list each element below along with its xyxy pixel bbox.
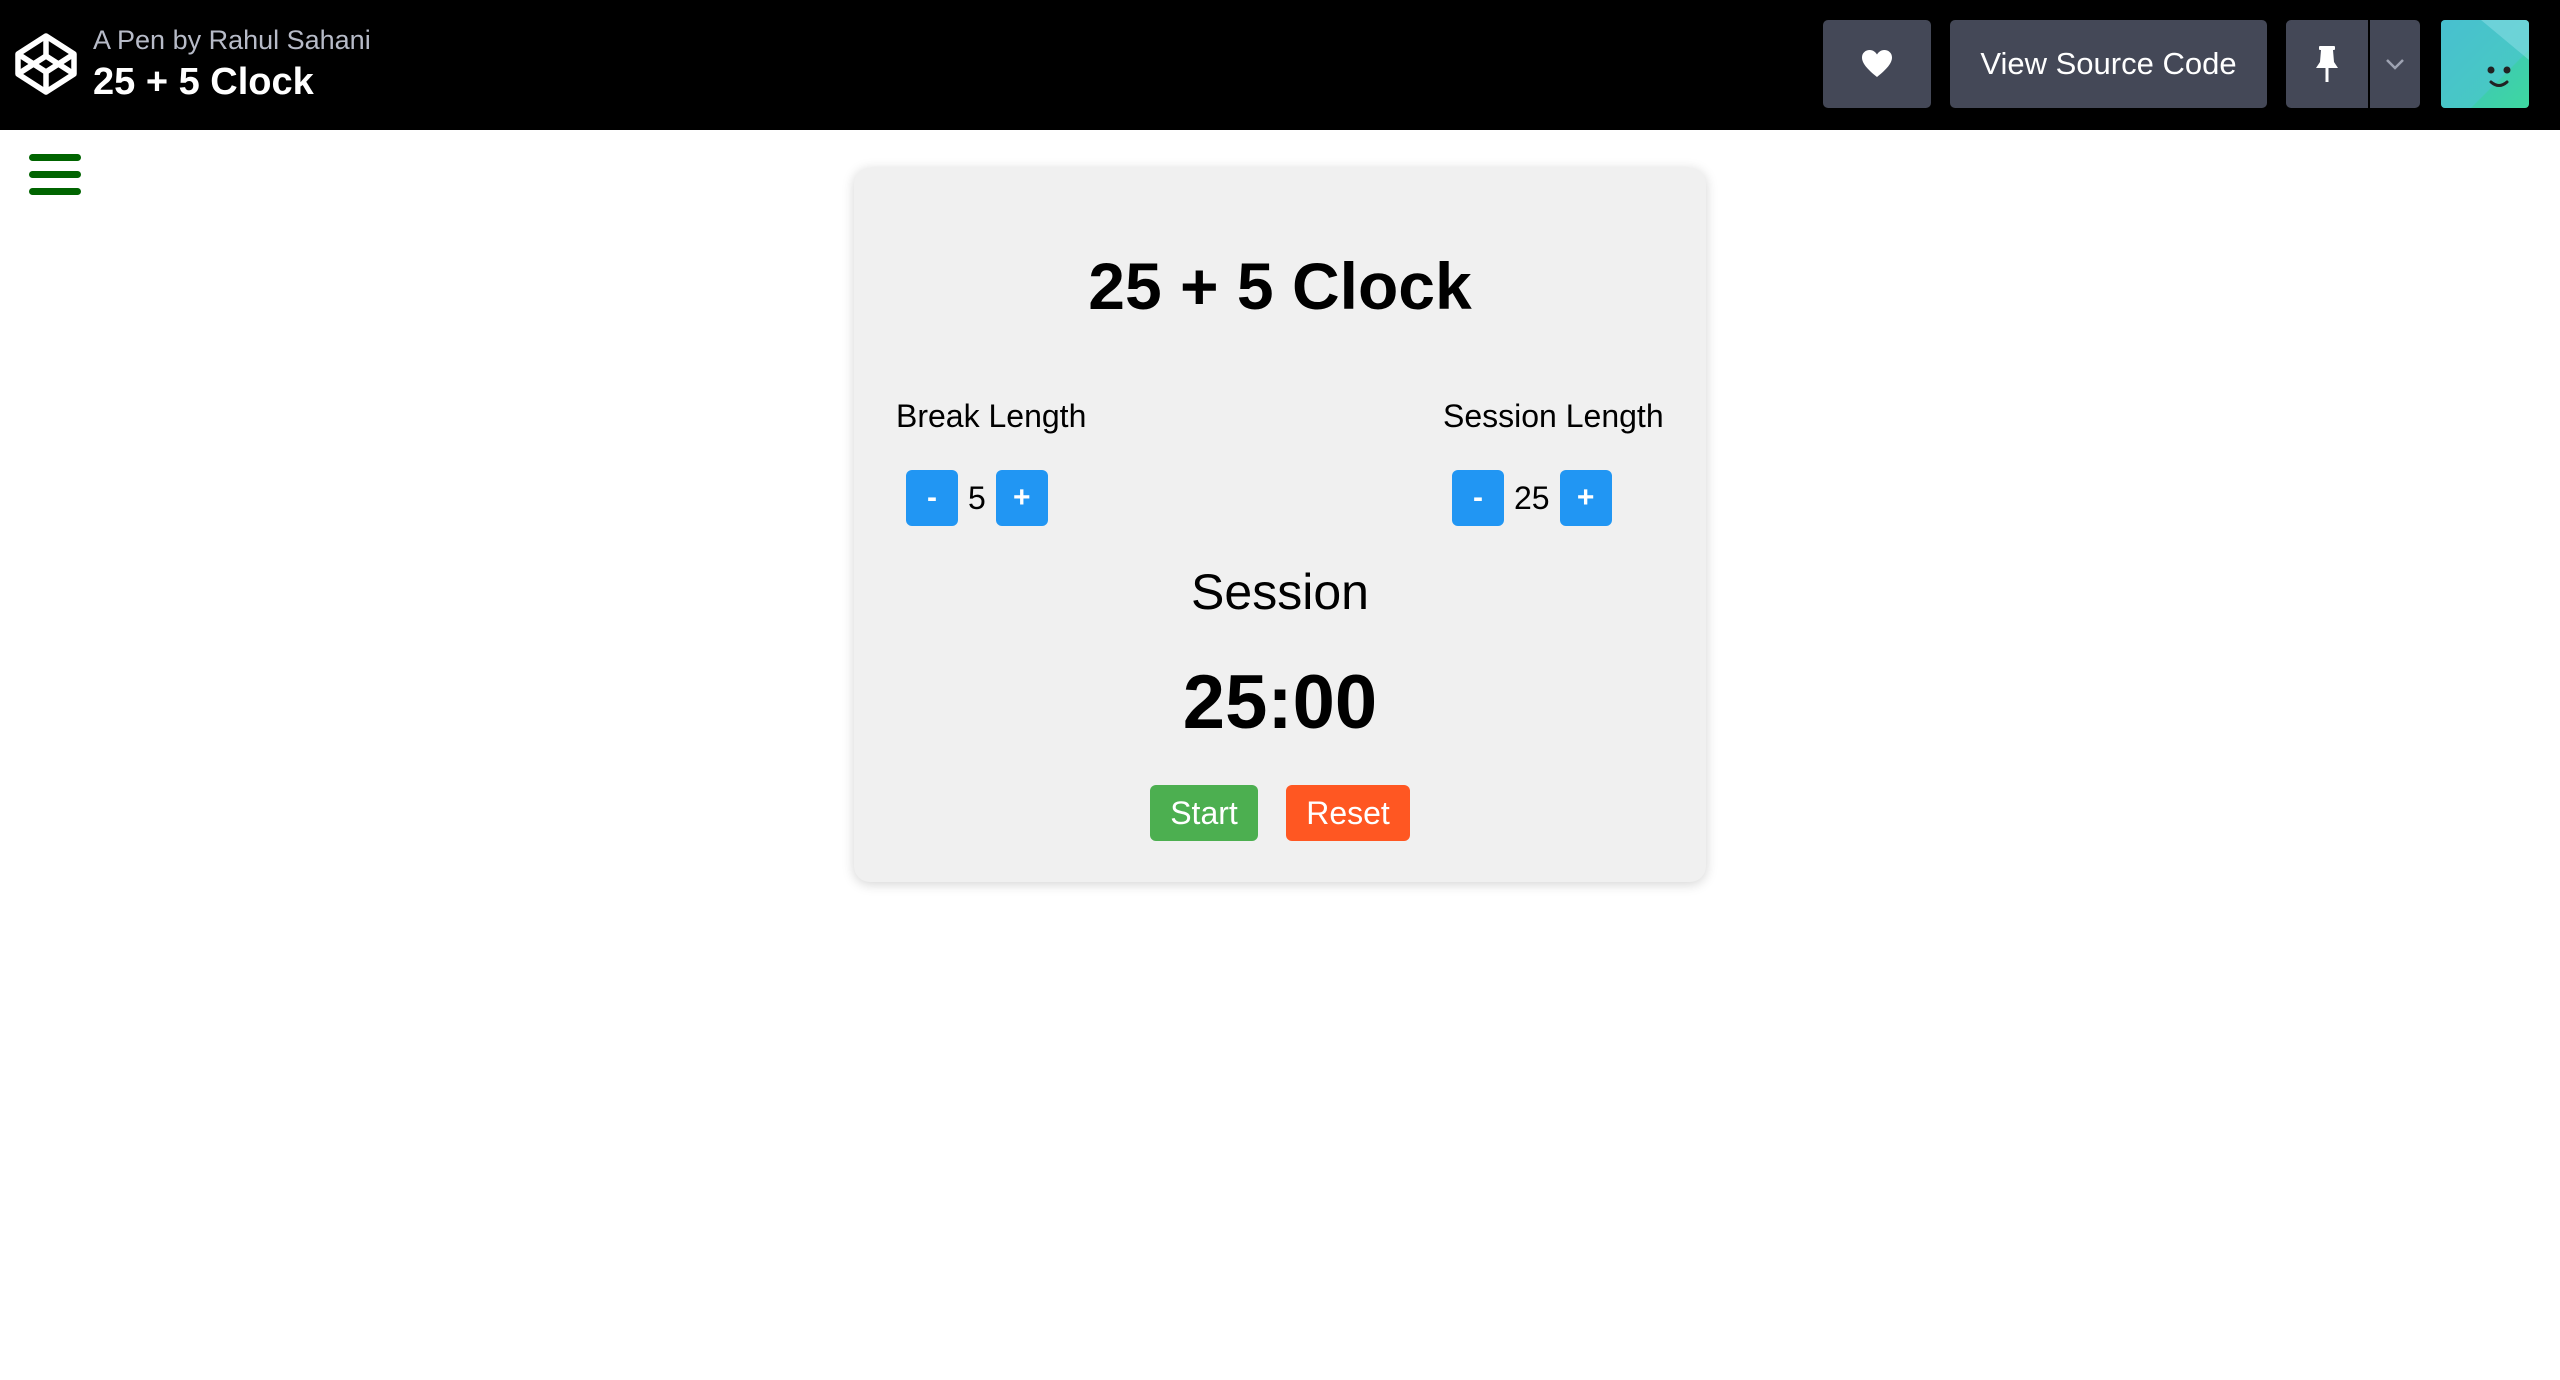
pen-byline[interactable]: A Pen by Rahul Sahani	[93, 24, 371, 56]
break-length-control: - 5 +	[906, 470, 1048, 526]
session-length-label: Session Length	[1443, 398, 1664, 434]
user-avatar[interactable]	[2441, 20, 2529, 108]
pin-icon	[2316, 46, 2338, 82]
clock-card: 25 + 5 Clock Break Length Session Length…	[854, 168, 1706, 882]
heart-button[interactable]	[1823, 20, 1931, 108]
session-length-control: - 25 +	[1452, 470, 1612, 526]
hamburger-line	[29, 171, 81, 178]
chevron-down-icon	[2386, 59, 2404, 70]
session-length-value: 25	[1514, 480, 1550, 516]
break-length-value: 5	[968, 480, 986, 516]
time-left: 25:00	[1182, 660, 1378, 745]
break-decrement-button[interactable]: -	[906, 470, 958, 526]
pin-menu-button[interactable]	[2370, 20, 2420, 108]
pin-button[interactable]	[2286, 20, 2368, 108]
session-decrement-button[interactable]: -	[1452, 470, 1504, 526]
timer-label: Session	[1191, 564, 1369, 620]
view-source-code-button[interactable]: View Source Code	[1950, 20, 2267, 108]
avatar-image	[2441, 20, 2529, 108]
session-increment-button[interactable]: +	[1559, 470, 1612, 526]
break-length-label: Break Length	[896, 398, 1087, 434]
reset-button[interactable]: Reset	[1286, 785, 1410, 841]
break-increment-button[interactable]: +	[995, 470, 1048, 526]
clock-title: 25 + 5 Clock	[1088, 249, 1472, 323]
start-button[interactable]: Start	[1150, 785, 1258, 841]
codepen-logo-icon[interactable]	[14, 32, 78, 96]
hamburger-line	[29, 154, 81, 161]
codepen-header: A Pen by Rahul Sahani 25 + 5 Clock View …	[0, 0, 2560, 130]
hamburger-menu-icon[interactable]	[29, 154, 81, 196]
hamburger-line	[29, 188, 81, 195]
heart-icon	[1862, 50, 1892, 77]
pen-title: 25 + 5 Clock	[93, 61, 314, 103]
